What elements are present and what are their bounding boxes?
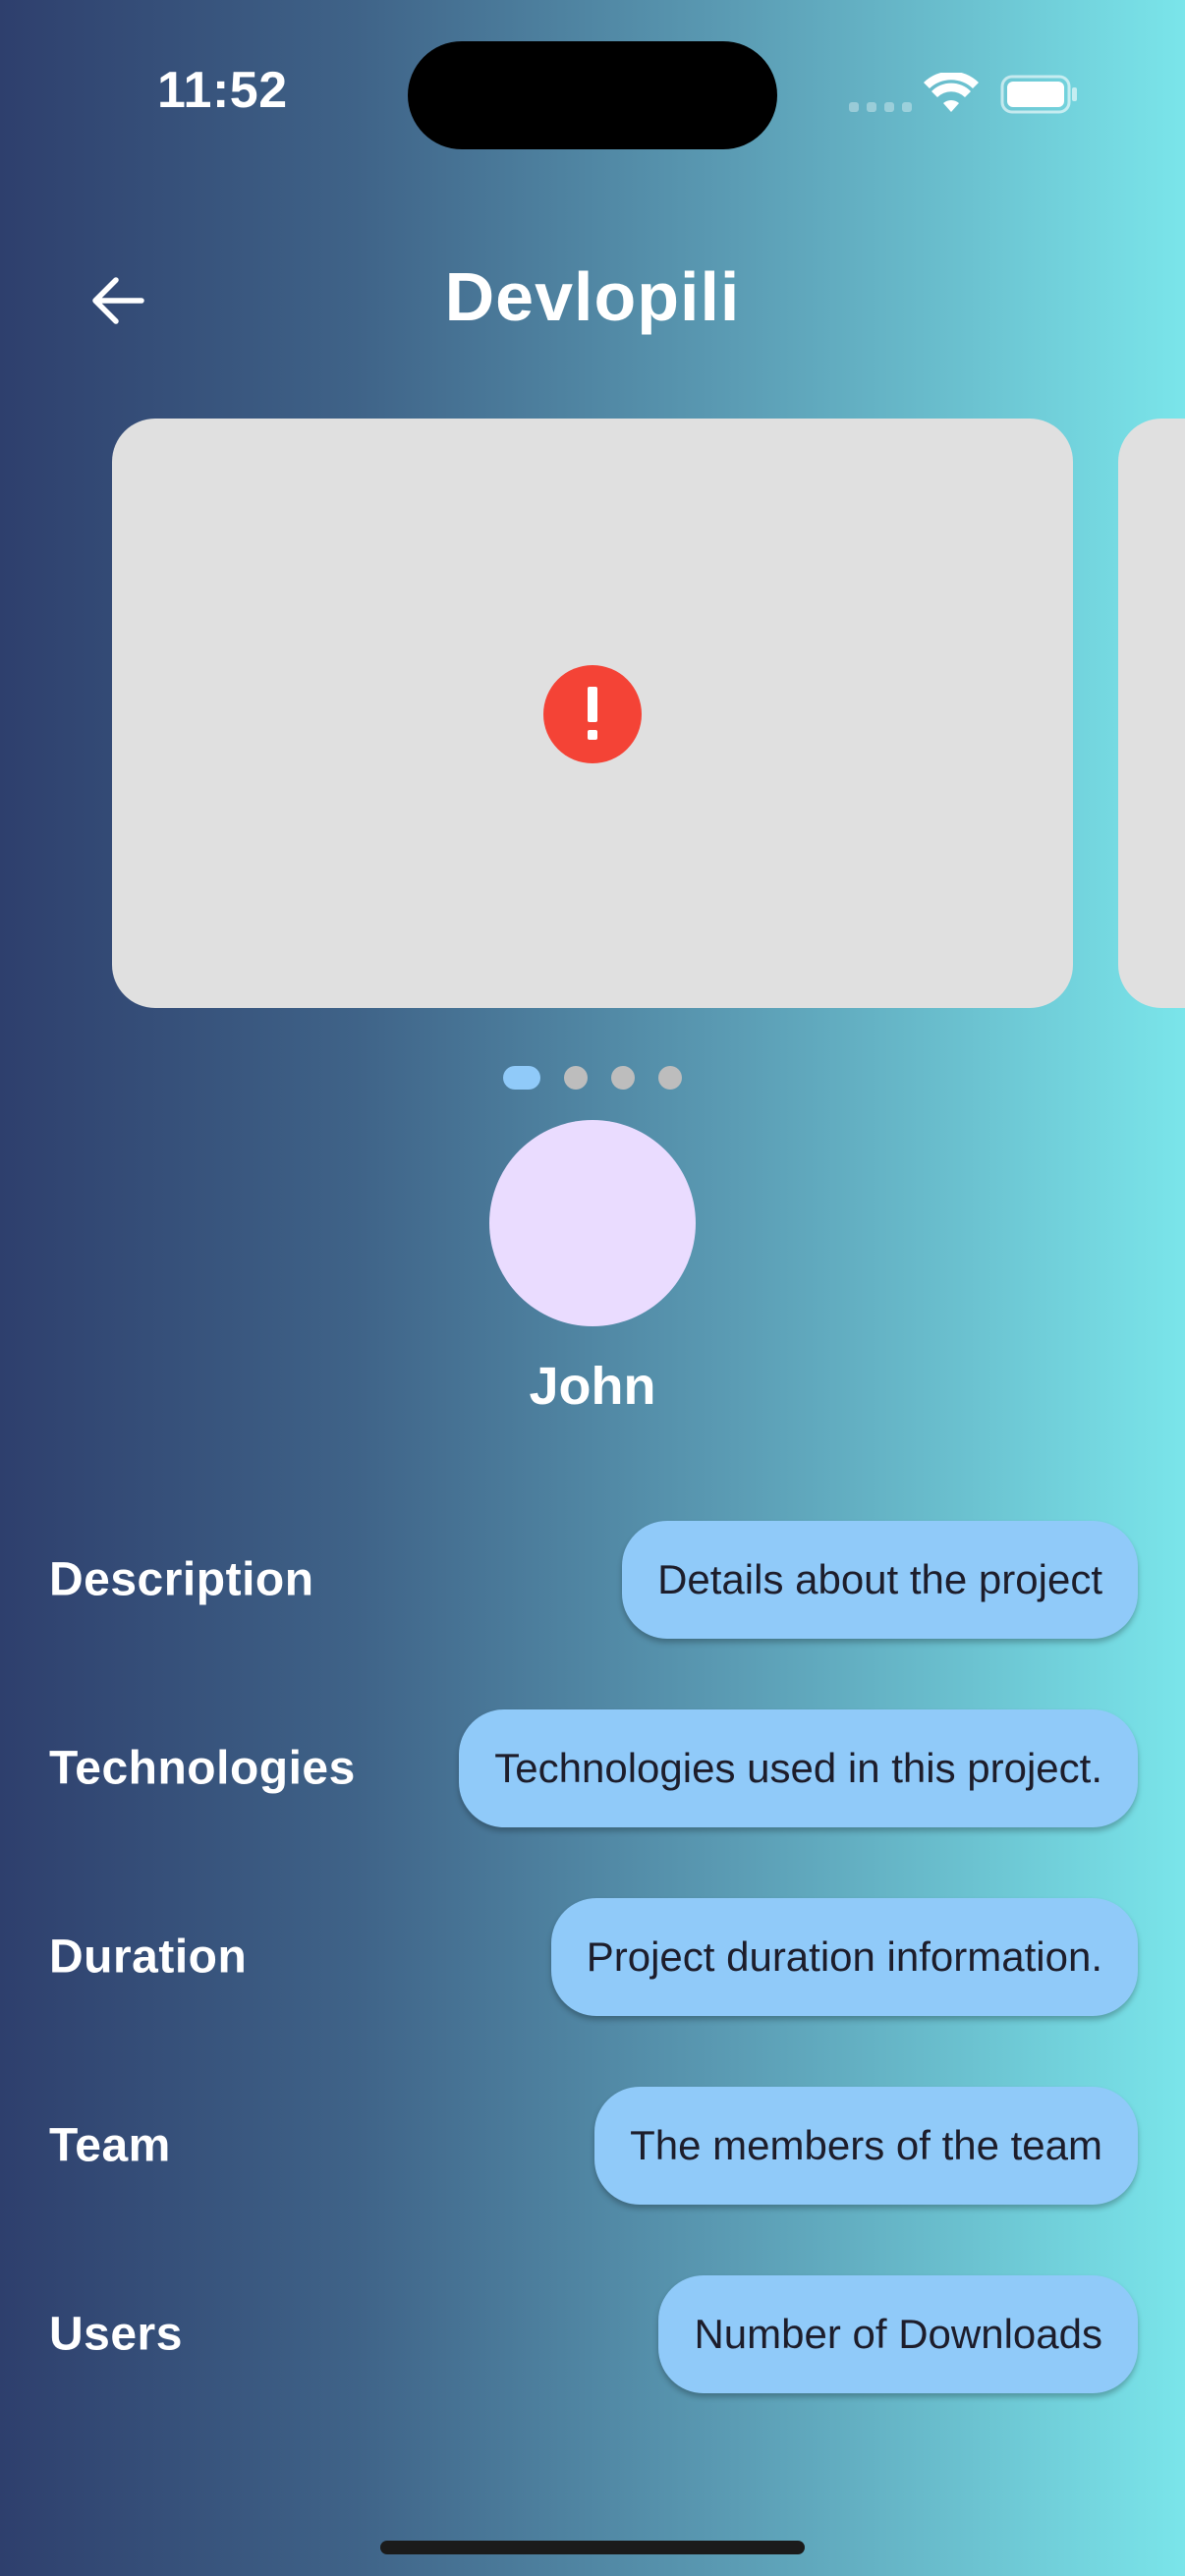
- detail-label: Users: [49, 2308, 183, 2361]
- detail-chip[interactable]: Project duration information.: [550, 1898, 1138, 2016]
- detail-row-team: Team The members of the team: [49, 2087, 1138, 2205]
- wifi-icon: [924, 73, 979, 112]
- detail-label: Team: [49, 2119, 171, 2172]
- profile-name: John: [529, 1357, 656, 1416]
- detail-label: Duration: [49, 1931, 248, 1984]
- cellular-signal-icon: [849, 102, 912, 112]
- screen: 11:52 Devlopili John Description Details…: [0, 0, 1185, 2576]
- detail-row-users: Users Number of Downloads: [49, 2275, 1138, 2393]
- page-dot-2[interactable]: [564, 1066, 588, 1090]
- detail-row-description: Description Details about the project: [49, 1521, 1138, 1639]
- detail-chip[interactable]: The members of the team: [594, 2087, 1138, 2205]
- detail-label: Technologies: [49, 1742, 356, 1795]
- detail-row-technologies: Technologies Technologies used in this p…: [49, 1709, 1138, 1827]
- detail-chip[interactable]: Details about the project: [622, 1521, 1138, 1639]
- home-indicator[interactable]: [380, 2541, 805, 2554]
- error-circle-icon: [543, 665, 642, 763]
- dynamic-island: [408, 41, 777, 149]
- detail-row-duration: Duration Project duration information.: [49, 1898, 1138, 2016]
- battery-icon: [1000, 75, 1077, 114]
- status-time: 11:52: [157, 62, 288, 119]
- avatar[interactable]: [489, 1120, 696, 1326]
- page-dot-3[interactable]: [611, 1066, 635, 1090]
- page-dot-1[interactable]: [503, 1066, 540, 1090]
- carousel-next-card[interactable]: [1118, 419, 1185, 1008]
- detail-chip[interactable]: Number of Downloads: [658, 2275, 1138, 2393]
- page-dot-4[interactable]: [658, 1066, 682, 1090]
- carousel-page-indicator: [503, 1066, 682, 1090]
- detail-label: Description: [49, 1553, 314, 1606]
- detail-chip[interactable]: Technologies used in this project.: [459, 1709, 1138, 1827]
- page-title: Devlopili: [444, 258, 741, 335]
